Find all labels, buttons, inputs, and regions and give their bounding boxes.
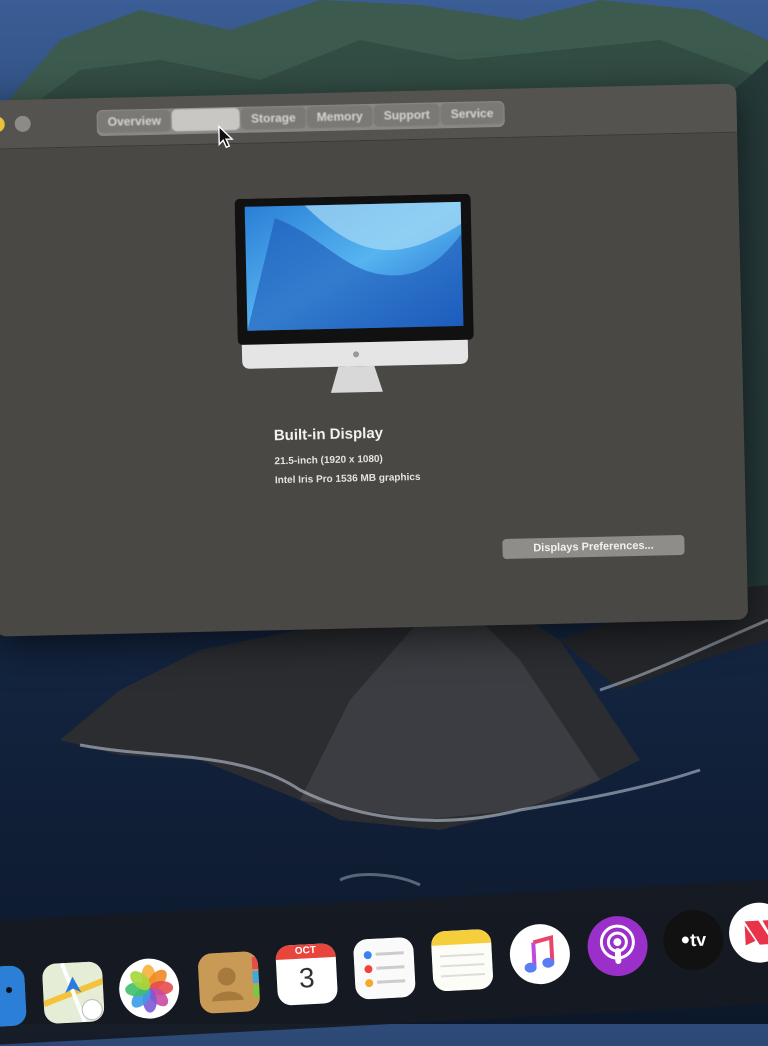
apple-tv-icon[interactable]: ● tv bbox=[661, 908, 725, 972]
photos-icon[interactable] bbox=[117, 957, 181, 1021]
tab-service[interactable]: Service bbox=[440, 101, 504, 126]
tab-overview[interactable]: Overview bbox=[97, 109, 172, 134]
imac-display-icon bbox=[234, 193, 474, 393]
tab-bar: Overview Displays Storage Memory Support… bbox=[96, 100, 505, 137]
minimize-button[interactable] bbox=[0, 116, 5, 133]
mouse-pointer-icon bbox=[218, 125, 234, 149]
podcasts-icon[interactable] bbox=[586, 914, 650, 978]
tab-memory[interactable]: Memory bbox=[306, 104, 373, 129]
tab-storage[interactable]: Storage bbox=[240, 106, 306, 130]
apple-tv-label: tv bbox=[689, 928, 707, 950]
reminders-icon[interactable] bbox=[352, 936, 416, 1000]
contacts-icon[interactable] bbox=[197, 950, 261, 1014]
calendar-day: 3 bbox=[298, 961, 316, 994]
calendar-icon[interactable]: OCT 3 bbox=[275, 942, 339, 1006]
about-this-mac-window: Overview Displays Storage Memory Support… bbox=[0, 83, 749, 637]
news-icon[interactable] bbox=[727, 901, 768, 965]
displays-preferences-button[interactable]: Displays Preferences... bbox=[502, 534, 685, 560]
tab-support[interactable]: Support bbox=[373, 103, 440, 127]
notes-icon[interactable] bbox=[430, 928, 494, 992]
finder-icon[interactable] bbox=[0, 965, 27, 1029]
display-info: Built-in Display 21.5-inch (1920 x 1080)… bbox=[274, 424, 421, 494]
display-resolution: 21.5-inch (1920 x 1080) bbox=[274, 453, 383, 468]
maps-icon[interactable] bbox=[41, 961, 105, 1025]
display-name: Built-in Display bbox=[273, 424, 384, 445]
display-graphics: Intel Iris Pro 1536 MB graphics bbox=[274, 471, 421, 487]
music-icon[interactable] bbox=[508, 922, 572, 986]
zoom-button[interactable] bbox=[14, 115, 31, 132]
